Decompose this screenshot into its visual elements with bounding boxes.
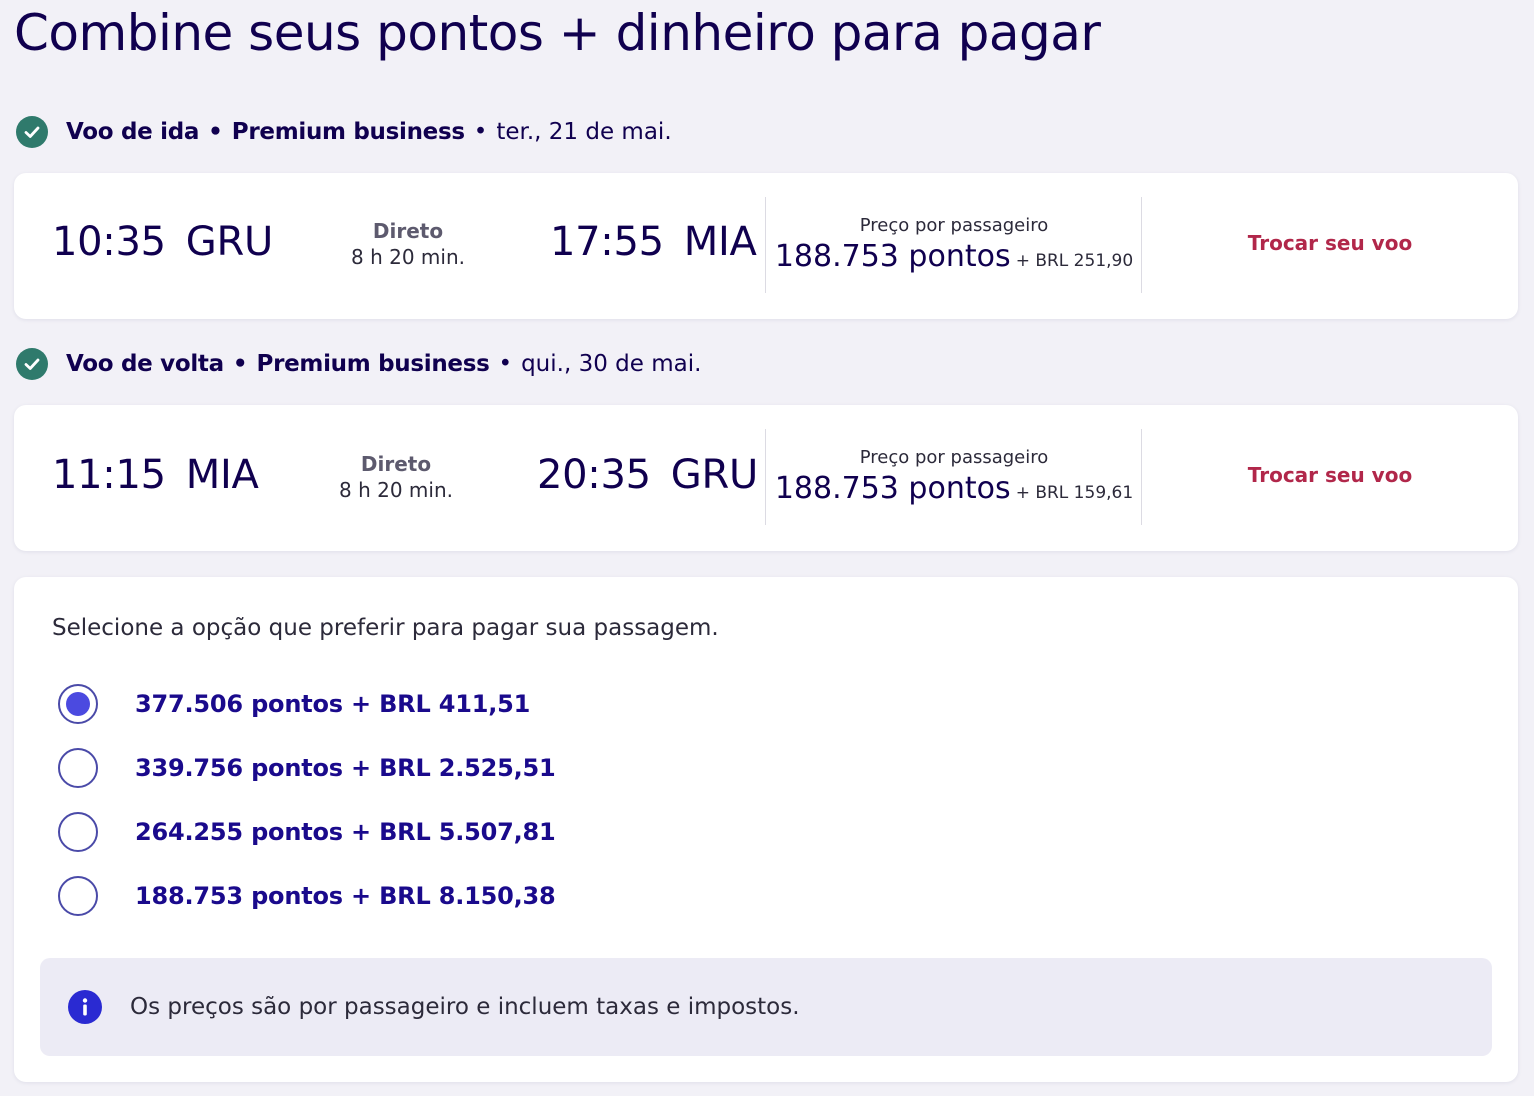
separator-dot: • bbox=[498, 351, 513, 377]
departure: 11:15 MIA bbox=[52, 452, 259, 498]
arrival-airport: GRU bbox=[670, 452, 758, 498]
price-label: Preço por passageiro bbox=[859, 215, 1049, 236]
info-notice: Os preços são por passageiro e incluem t… bbox=[40, 958, 1492, 1056]
arrival-time: 20:35 bbox=[537, 452, 651, 498]
page: Combine seus pontos + dinheiro para paga… bbox=[0, 0, 1534, 1096]
payment-option[interactable]: 339.756 pontos + BRL 2.525,51 bbox=[58, 748, 556, 788]
stops-label: Direto bbox=[372, 219, 444, 243]
outbound-flight-card: 10:35 GRU Direto 8 h 20 min. 17:55 MIA Pre… bbox=[14, 173, 1518, 319]
radio-dot bbox=[66, 692, 90, 716]
separator-dot: • bbox=[208, 119, 223, 145]
cabin-class: Premium business bbox=[256, 351, 490, 377]
price-per-passenger: Preço por passageiro 188.753 pontos + BR… bbox=[766, 445, 1142, 506]
outbound-leg-header: Voo de ida • Premium business • ter., 21… bbox=[16, 116, 672, 148]
payment-option[interactable]: 264.255 pontos + BRL 5.507,81 bbox=[58, 812, 556, 852]
radio-button-selected[interactable] bbox=[58, 684, 98, 724]
departure-time: 10:35 bbox=[52, 219, 166, 265]
flight-stops: Direto 8 h 20 min. bbox=[316, 451, 476, 503]
departure: 10:35 GRU bbox=[52, 219, 273, 265]
payment-options-card: Selecione a opção que preferir para paga… bbox=[14, 577, 1518, 1082]
departure-airport: MIA bbox=[185, 452, 259, 498]
payment-option[interactable]: 188.753 pontos + BRL 8.150,38 bbox=[58, 876, 556, 916]
check-circle-icon bbox=[16, 116, 48, 148]
payment-option-label: 264.255 pontos + BRL 5.507,81 bbox=[135, 818, 556, 846]
radio-button[interactable] bbox=[58, 748, 98, 788]
check-circle-icon bbox=[16, 348, 48, 380]
radio-button[interactable] bbox=[58, 876, 98, 916]
change-flight-link[interactable]: Trocar seu voo bbox=[1142, 463, 1518, 487]
arrival: 17:55 MIA bbox=[550, 219, 757, 265]
info-icon bbox=[68, 990, 102, 1024]
price-cash: + BRL 251,90 bbox=[1015, 251, 1134, 271]
arrival-airport: MIA bbox=[683, 219, 757, 265]
price-per-passenger: Preço por passageiro 188.753 pontos + BR… bbox=[766, 213, 1142, 274]
inbound-flight-card: 11:15 MIA Direto 8 h 20 min. 20:35 GRU Pre… bbox=[14, 405, 1518, 551]
separator-dot: • bbox=[473, 119, 488, 145]
flight-duration: 8 h 20 min. bbox=[339, 478, 453, 502]
radio-button[interactable] bbox=[58, 812, 98, 852]
leg-direction: Voo de volta bbox=[66, 351, 224, 377]
price-label: Preço por passageiro bbox=[859, 447, 1049, 468]
price-points: 188.753 pontos bbox=[774, 239, 1011, 274]
payment-option[interactable]: 377.506 pontos + BRL 411,51 bbox=[58, 684, 530, 724]
payment-option-label: 339.756 pontos + BRL 2.525,51 bbox=[135, 754, 556, 782]
price-points: 188.753 pontos bbox=[774, 471, 1011, 506]
inbound-leg-header: Voo de volta • Premium business • qui., … bbox=[16, 348, 701, 380]
page-title: Combine seus pontos + dinheiro para paga… bbox=[14, 4, 1101, 62]
stops-label: Direto bbox=[360, 452, 432, 476]
arrival-time: 17:55 bbox=[550, 219, 664, 265]
cabin-class: Premium business bbox=[231, 119, 465, 145]
leg-direction: Voo de ida bbox=[66, 119, 200, 145]
flight-date: ter., 21 de mai. bbox=[496, 119, 672, 145]
flight-stops: Direto 8 h 20 min. bbox=[328, 218, 488, 270]
price-cash: + BRL 159,61 bbox=[1015, 483, 1134, 503]
change-flight-link[interactable]: Trocar seu voo bbox=[1142, 231, 1518, 255]
payment-option-label: 377.506 pontos + BRL 411,51 bbox=[135, 690, 531, 718]
payment-option-label: 188.753 pontos + BRL 8.150,38 bbox=[135, 882, 556, 910]
departure-airport: GRU bbox=[185, 219, 273, 265]
departure-time: 11:15 bbox=[52, 452, 166, 498]
arrival: 20:35 GRU bbox=[537, 452, 758, 498]
separator-dot: • bbox=[232, 351, 248, 377]
flight-date: qui., 30 de mai. bbox=[521, 351, 702, 377]
flight-duration: 8 h 20 min. bbox=[351, 245, 465, 269]
payment-options-intro: Selecione a opção que preferir para paga… bbox=[52, 615, 719, 641]
info-text: Os preços são por passageiro e incluem t… bbox=[130, 994, 800, 1020]
